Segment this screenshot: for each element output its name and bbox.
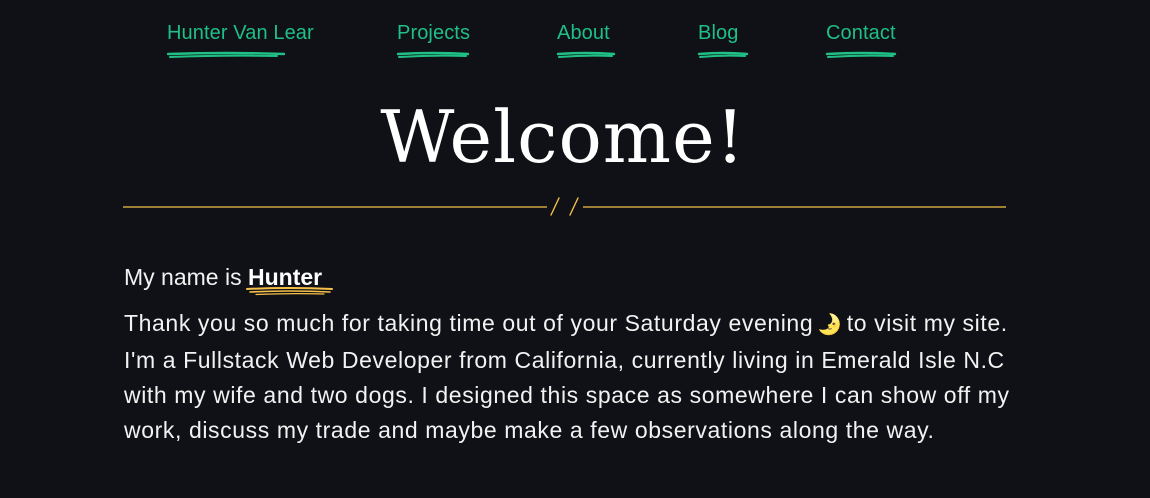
nav-link-about[interactable]: About (556, 22, 616, 58)
nav-link-projects[interactable]: Projects (396, 22, 471, 58)
nav-underline-decoration (825, 51, 897, 58)
intro-line: My name is Hunter (124, 262, 1014, 296)
nav-link-label: Contact (826, 22, 896, 44)
author-name: Hunter (245, 262, 333, 296)
section-divider (123, 197, 1006, 216)
main-nav: Hunter Van Lear Projects About Blog Cont… (0, 0, 1150, 70)
nav-underline-decoration (556, 51, 616, 58)
nav-link-home[interactable]: Hunter Van Lear (166, 22, 314, 58)
nav-link-contact[interactable]: Contact (825, 22, 897, 58)
nav-link-label: About (557, 22, 610, 44)
nav-link-label: Hunter Van Lear (167, 22, 314, 44)
main-content: My name is Hunter Thank you so much for … (124, 262, 1014, 448)
bio-text-before: Thank you so much for taking time out of… (124, 310, 814, 336)
page-title: Welcome! (380, 95, 746, 179)
intro-prefix: My name is (124, 264, 248, 290)
name-underline-decoration (245, 287, 333, 296)
moon-icon: 🌛 (817, 314, 843, 336)
nav-underline-decoration (396, 51, 470, 58)
nav-link-blog[interactable]: Blog (697, 22, 749, 58)
nav-link-label: Blog (698, 22, 739, 44)
nav-underline-decoration (697, 51, 749, 58)
nav-underline-decoration (166, 51, 286, 58)
bio-paragraph: Thank you so much for taking time out of… (124, 306, 1014, 448)
nav-link-label: Projects (397, 22, 471, 44)
